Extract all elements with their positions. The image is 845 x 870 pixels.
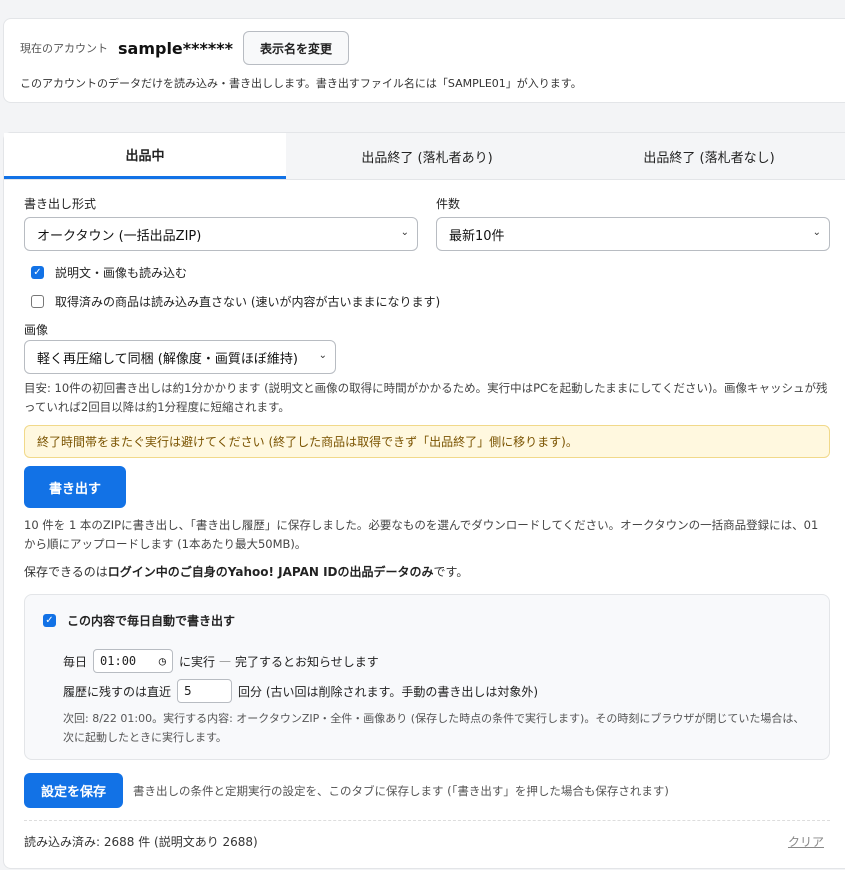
- account-card: 現在のアカウント sample****** 表示名を変更 このアカウントのデータ…: [3, 18, 845, 103]
- history-row: 履歴に残すのは直近 5 回分 (古い回は削除されます。手動の書き出しは対象外): [63, 679, 538, 703]
- account-label: 現在のアカウント: [20, 42, 108, 55]
- rename-button[interactable]: 表示名を変更: [242, 31, 349, 65]
- format-label: 書き出し形式: [24, 197, 97, 211]
- loaded-count: 読み込み済み: 2688 件 (説明文あり 2688): [24, 835, 258, 849]
- save-settings-button[interactable]: 設定を保存: [24, 773, 123, 808]
- checkbox-row-description[interactable]: ✓ 説明文・画像も読み込む: [31, 264, 187, 281]
- account-name: sample******: [118, 38, 233, 58]
- checkbox-skip[interactable]: [31, 295, 44, 308]
- daily-label: 毎日: [63, 654, 88, 669]
- storage-note-strong: ログイン中のご自身のYahoo! JAPAN IDの出品データのみ: [107, 565, 434, 579]
- notify-text: 完了するとお知らせします: [235, 654, 379, 669]
- auto-export-panel: ✓ この内容で毎日自動で書き出す 毎日 01:00 ◷ に実行 — 完了するとお…: [24, 594, 830, 760]
- warning-banner: 終了時間帯をまたぐ実行は避けてください (終了した商品は取得できず「出品終了」側…: [24, 425, 830, 458]
- keep-count-input[interactable]: 5: [177, 679, 233, 703]
- main-card: 出品中 出品終了 (落札者あり) 出品終了 (落札者なし) 書き出し形式 オーク…: [3, 132, 845, 869]
- checkbox-skip-label: 取得済みの商品は読み込み直さない (速いが内容が古いままになります): [55, 295, 441, 309]
- run-label: に実行: [179, 654, 216, 669]
- image-label: 画像: [24, 323, 49, 337]
- count-select-value: 最新10件: [449, 228, 505, 244]
- count-label: 件数: [436, 197, 461, 211]
- export-button[interactable]: 書き出す: [24, 466, 126, 508]
- checkbox-row-skip[interactable]: 取得済みの商品は読み込み直さない (速いが内容が古いままになります): [31, 293, 440, 310]
- next-run-note: 次回: 8/22 01:00。実行する内容: オークタウンZIP・全件・画像あり…: [63, 712, 805, 744]
- save-description: 書き出しの条件と定期実行の設定を、このタブに保存します (「書き出す」を押した場…: [133, 783, 669, 798]
- clear-link[interactable]: クリア: [788, 833, 824, 850]
- save-row: 設定を保存 書き出しの条件と定期実行の設定を、このタブに保存します (「書き出す…: [24, 773, 669, 808]
- auto-export-checkbox[interactable]: ✓: [43, 614, 56, 627]
- storage-note-prefix: 保存できるのは: [24, 565, 108, 579]
- estimate-text: 目安: 10件の初回書き出しは約1分かかります (説明文と画像の取得に時間がかか…: [24, 381, 828, 414]
- image-select-value: 軽く再圧縮して同梱 (解像度・画質ほぼ維持): [37, 351, 298, 367]
- storage-note-suffix: です。: [433, 565, 469, 579]
- format-select[interactable]: オークタウン (一括出品ZIP) ⌄: [24, 217, 418, 251]
- auto-export-toggle[interactable]: ✓ この内容で毎日自動で書き出す: [43, 612, 235, 629]
- time-value: 01:00: [100, 654, 137, 668]
- chevron-down-icon: ⌄: [812, 227, 821, 238]
- chevron-down-icon: ⌄: [400, 227, 409, 238]
- tab-ended-unsold[interactable]: 出品終了 (落札者なし): [568, 133, 845, 179]
- checkbox-description[interactable]: ✓: [31, 266, 44, 279]
- keep-label: 履歴に残すのは直近: [63, 684, 172, 699]
- divider: [24, 820, 830, 821]
- format-select-value: オークタウン (一括出品ZIP): [37, 228, 202, 244]
- tab-bar: 出品中 出品終了 (落札者あり) 出品終了 (落札者なし): [4, 133, 845, 180]
- checkbox-description-label: 説明文・画像も読み込む: [55, 266, 188, 280]
- chevron-down-icon: ⌄: [318, 350, 327, 361]
- schedule-row: 毎日 01:00 ◷ に実行 — 完了するとお知らせします: [63, 649, 379, 673]
- dash-separator: —: [219, 654, 232, 668]
- image-select[interactable]: 軽く再圧縮して同梱 (解像度・画質ほぼ維持) ⌄: [24, 340, 336, 374]
- clock-icon: ◷: [158, 654, 167, 668]
- keep-suffix: 回分 (古い回は削除されます。手動の書き出しは対象外): [238, 684, 538, 699]
- account-note: このアカウントのデータだけを読み込み・書き出しします。書き出すファイル名には「S…: [20, 77, 582, 90]
- storage-note: 保存できるのはログイン中のご自身のYahoo! JAPAN IDの出品データのみ…: [24, 563, 468, 580]
- time-input[interactable]: 01:00 ◷: [93, 649, 174, 673]
- tab-ended-sold[interactable]: 出品終了 (落札者あり): [286, 133, 568, 179]
- tab-listing[interactable]: 出品中: [4, 133, 286, 179]
- count-select[interactable]: 最新10件 ⌄: [436, 217, 830, 251]
- account-row: 現在のアカウント sample****** 表示名を変更: [20, 31, 349, 65]
- result-text: 10 件を 1 本のZIPに書き出し、「書き出し履歴」に保存しました。必要なもの…: [24, 518, 819, 551]
- keep-count-value: 5: [184, 684, 192, 698]
- auto-export-title: この内容で毎日自動で書き出す: [67, 614, 236, 628]
